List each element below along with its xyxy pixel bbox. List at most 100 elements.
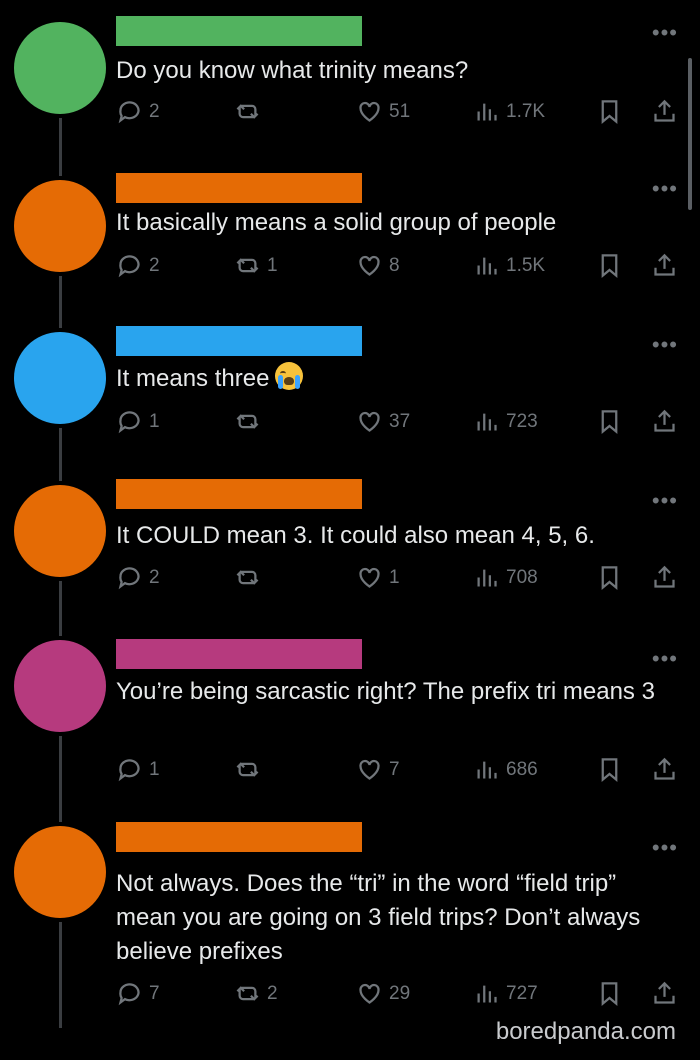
- tweet-text-content: Do you know what trinity means?: [116, 57, 469, 84]
- share-button[interactable]: [651, 252, 678, 279]
- share-icon: [651, 252, 678, 279]
- views-button[interactable]: 727: [473, 980, 538, 1007]
- avatar[interactable]: [14, 826, 106, 918]
- share-button[interactable]: [651, 564, 678, 591]
- redacted-username[interactable]: [116, 639, 362, 669]
- more-options-icon[interactable]: •••: [652, 22, 678, 44]
- more-options-icon[interactable]: •••: [652, 178, 678, 200]
- retweet-button[interactable]: 1: [234, 252, 278, 279]
- retweet-button[interactable]: [234, 564, 267, 591]
- views-button[interactable]: 723: [473, 408, 538, 435]
- redacted-username[interactable]: [116, 16, 362, 46]
- tweet-actions: 1 7 686: [116, 756, 686, 792]
- share-icon: [651, 98, 678, 125]
- bookmark-icon: [596, 252, 623, 279]
- views-count: 686: [506, 758, 538, 780]
- like-icon: [356, 980, 383, 1007]
- like-button[interactable]: 51: [356, 98, 410, 125]
- scrollbar[interactable]: [688, 58, 692, 210]
- more-options-icon[interactable]: •••: [652, 334, 678, 356]
- share-button[interactable]: [651, 756, 678, 783]
- reply-icon: [116, 252, 143, 279]
- retweet-icon: [234, 252, 261, 279]
- like-button[interactable]: 29: [356, 980, 410, 1007]
- retweet-button[interactable]: [234, 408, 267, 435]
- like-button[interactable]: 37: [356, 408, 410, 435]
- share-button[interactable]: [651, 98, 678, 125]
- tweet-actions: 2 1 708: [116, 564, 686, 600]
- share-button[interactable]: [651, 980, 678, 1007]
- like-count: 29: [389, 982, 411, 1004]
- retweet-button[interactable]: 2: [234, 980, 278, 1007]
- avatar[interactable]: [14, 180, 106, 272]
- retweet-button[interactable]: [234, 756, 267, 783]
- retweet-icon: [234, 98, 261, 125]
- thread-line: [59, 428, 62, 481]
- more-options-icon[interactable]: •••: [652, 648, 678, 670]
- views-button[interactable]: 1.7K: [473, 98, 545, 125]
- reply-icon: [116, 564, 143, 591]
- bookmark-button[interactable]: [596, 408, 623, 435]
- thread-line: [59, 118, 62, 176]
- like-icon: [356, 252, 383, 279]
- share-button[interactable]: [651, 408, 678, 435]
- bookmark-button[interactable]: [596, 564, 623, 591]
- like-icon: [356, 564, 383, 591]
- views-count: 723: [506, 410, 538, 432]
- bookmark-button[interactable]: [596, 98, 623, 125]
- avatar[interactable]: [14, 332, 106, 424]
- reply-button[interactable]: 2: [116, 252, 160, 279]
- reply-count: 2: [149, 254, 160, 276]
- retweet-count: 1: [267, 254, 278, 276]
- redacted-username[interactable]: [116, 173, 362, 203]
- reply-button[interactable]: 1: [116, 756, 160, 783]
- views-count: 727: [506, 982, 538, 1004]
- like-button[interactable]: 8: [356, 252, 400, 279]
- reply-button[interactable]: 7: [116, 980, 160, 1007]
- tweet-text-content: It COULD mean 3. It could also mean 4, 5…: [116, 522, 595, 549]
- tweet-text-content: It means three: [116, 365, 270, 392]
- avatar[interactable]: [14, 485, 106, 577]
- like-icon: [356, 408, 383, 435]
- reply-count: 1: [149, 758, 160, 780]
- more-options-icon[interactable]: •••: [652, 490, 678, 512]
- tweet-text: You’re being sarcastic right? The prefix…: [116, 675, 676, 709]
- bookmark-icon: [596, 98, 623, 125]
- like-button[interactable]: 7: [356, 756, 400, 783]
- reply-button[interactable]: 2: [116, 98, 160, 125]
- thread-line: [59, 736, 62, 822]
- avatar[interactable]: [14, 22, 106, 114]
- reply-count: 2: [149, 566, 160, 588]
- thread-line: [59, 276, 62, 328]
- reply-count: 7: [149, 982, 160, 1004]
- share-icon: [651, 408, 678, 435]
- thread-line: [59, 581, 62, 636]
- views-icon: [473, 564, 500, 591]
- reply-icon: [116, 98, 143, 125]
- views-button[interactable]: 686: [473, 756, 538, 783]
- redacted-username[interactable]: [116, 822, 362, 852]
- retweet-button[interactable]: [234, 98, 267, 125]
- views-button[interactable]: 708: [473, 564, 538, 591]
- bookmark-button[interactable]: [596, 252, 623, 279]
- tweet-text-content: It basically means a solid group of peop…: [116, 209, 557, 236]
- views-icon: [473, 98, 500, 125]
- views-count: 708: [506, 566, 538, 588]
- like-count: 8: [389, 254, 400, 276]
- avatar[interactable]: [14, 640, 106, 732]
- like-count: 1: [389, 566, 400, 588]
- reply-icon: [116, 408, 143, 435]
- views-button[interactable]: 1.5K: [473, 252, 545, 279]
- reply-button[interactable]: 2: [116, 564, 160, 591]
- reply-button[interactable]: 1: [116, 408, 160, 435]
- redacted-username[interactable]: [116, 326, 362, 356]
- more-options-icon[interactable]: •••: [652, 837, 678, 859]
- retweet-icon: [234, 756, 261, 783]
- bookmark-button[interactable]: [596, 980, 623, 1007]
- like-button[interactable]: 1: [356, 564, 400, 591]
- retweet-count: 2: [267, 982, 278, 1004]
- share-icon: [651, 564, 678, 591]
- views-count: 1.5K: [506, 254, 546, 276]
- redacted-username[interactable]: [116, 479, 362, 509]
- bookmark-button[interactable]: [596, 756, 623, 783]
